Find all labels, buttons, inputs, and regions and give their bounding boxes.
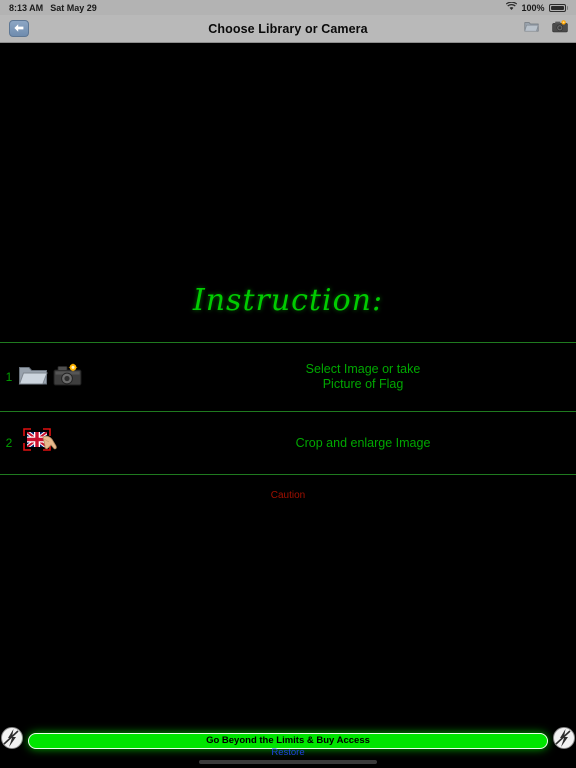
step-1-label: Select Image or take Picture of Flag bbox=[150, 362, 576, 392]
folder-icon[interactable] bbox=[18, 363, 48, 392]
status-bar-left: 8:13 AM Sat May 29 bbox=[0, 3, 97, 13]
step-2-label: Crop and enlarge Image bbox=[295, 435, 431, 450]
buy-access-label: Go Beyond the Limits & Buy Access bbox=[206, 735, 370, 746]
crop-flag-hand-icon[interactable] bbox=[18, 425, 60, 462]
step-2-icons bbox=[18, 425, 60, 462]
content-area: Instruction: 1 Select Image or take Pict… bbox=[0, 43, 576, 768]
home-indicator[interactable] bbox=[199, 760, 377, 764]
back-button[interactable] bbox=[9, 20, 29, 37]
camera-icon[interactable] bbox=[552, 19, 568, 38]
app-screen: 8:13 AM Sat May 29 100% Choose Library o… bbox=[0, 0, 576, 768]
status-bar-right: 100% bbox=[506, 1, 576, 13]
divider-bottom bbox=[0, 474, 576, 475]
wifi-icon bbox=[506, 1, 518, 13]
step-number: 1 bbox=[5, 370, 13, 384]
step-number: 2 bbox=[5, 436, 13, 450]
status-time: 8:13 AM bbox=[9, 2, 44, 13]
battery-full-icon bbox=[548, 3, 568, 12]
navigation-bar: Choose Library or Camera bbox=[0, 15, 576, 43]
step-1-label-line2: Picture of Flag bbox=[322, 377, 404, 391]
instruction-step-2[interactable]: 2 Crop and enlarge Image bbox=[0, 412, 576, 474]
restore-link[interactable]: Restore bbox=[0, 747, 576, 758]
battery-percent-label: 100% bbox=[521, 2, 545, 13]
instruction-heading: Instruction: bbox=[192, 283, 384, 318]
camera-flash-icon[interactable] bbox=[53, 362, 83, 392]
navigation-bar-actions bbox=[524, 19, 568, 38]
back-arrow-icon bbox=[13, 20, 25, 38]
caution-text: Caution bbox=[270, 490, 306, 501]
status-date: Sat May 29 bbox=[50, 2, 97, 13]
status-bar: 8:13 AM Sat May 29 100% bbox=[0, 0, 576, 15]
folder-icon[interactable] bbox=[524, 20, 539, 38]
step-1-icons bbox=[18, 362, 83, 392]
bottom-bar: Go Beyond the Limits & Buy Access Restor… bbox=[0, 720, 576, 768]
instruction-step-1[interactable]: 1 Select Image or take Picture of Flag bbox=[0, 343, 576, 411]
step-1-label-line1: Select Image or take bbox=[305, 362, 421, 376]
page-title: Choose Library or Camera bbox=[208, 21, 368, 36]
